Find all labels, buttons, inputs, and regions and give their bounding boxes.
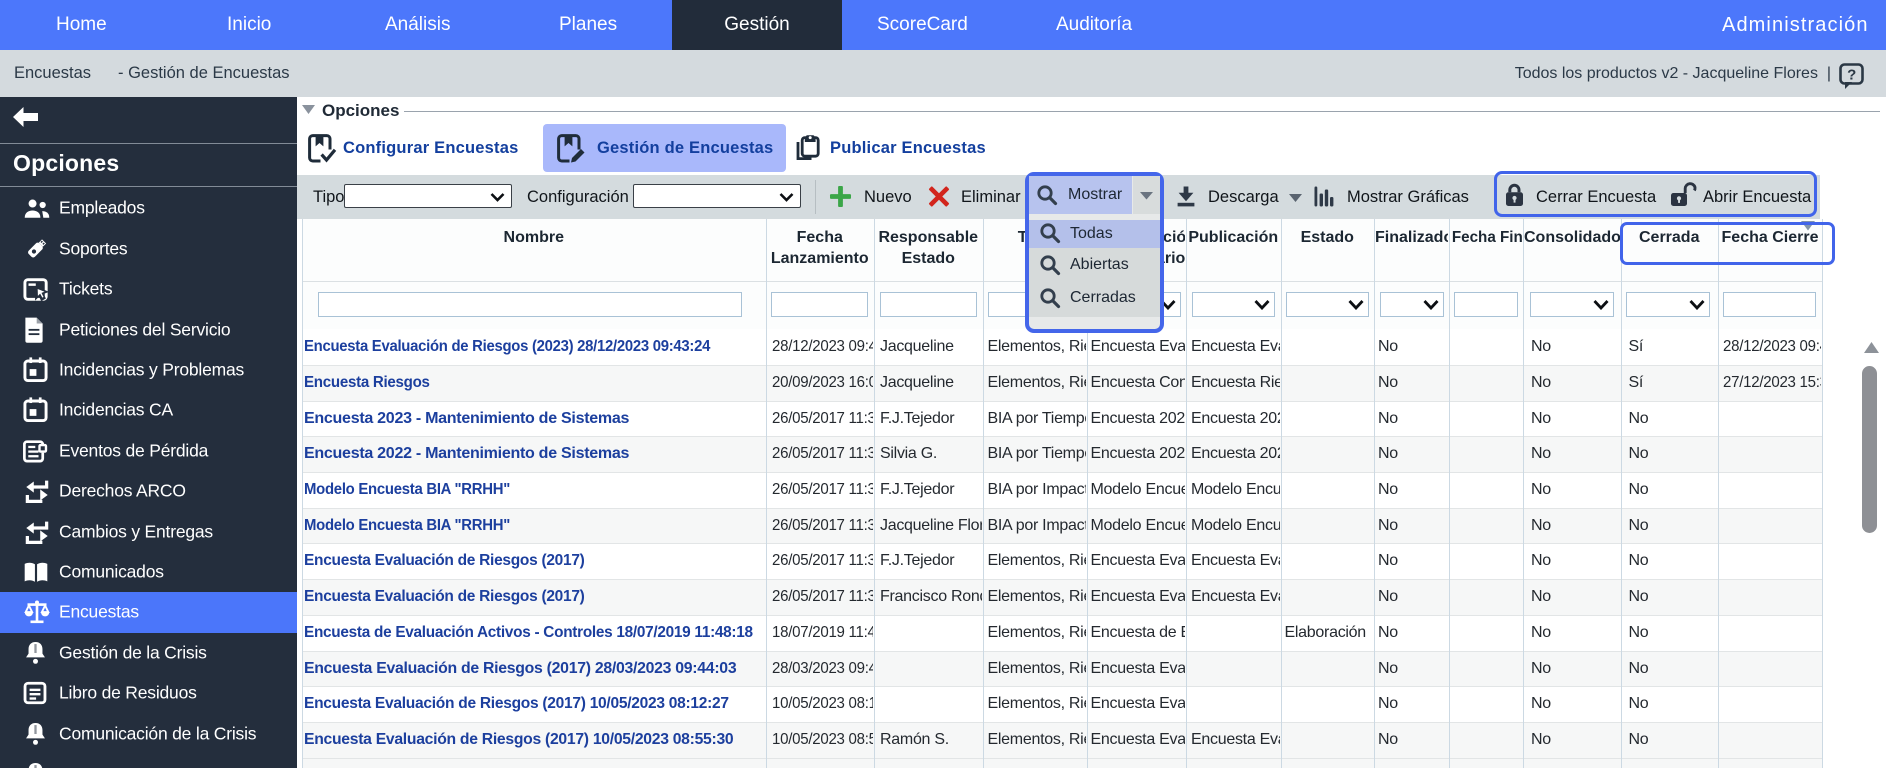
svg-text:?: ?	[1847, 67, 1856, 84]
